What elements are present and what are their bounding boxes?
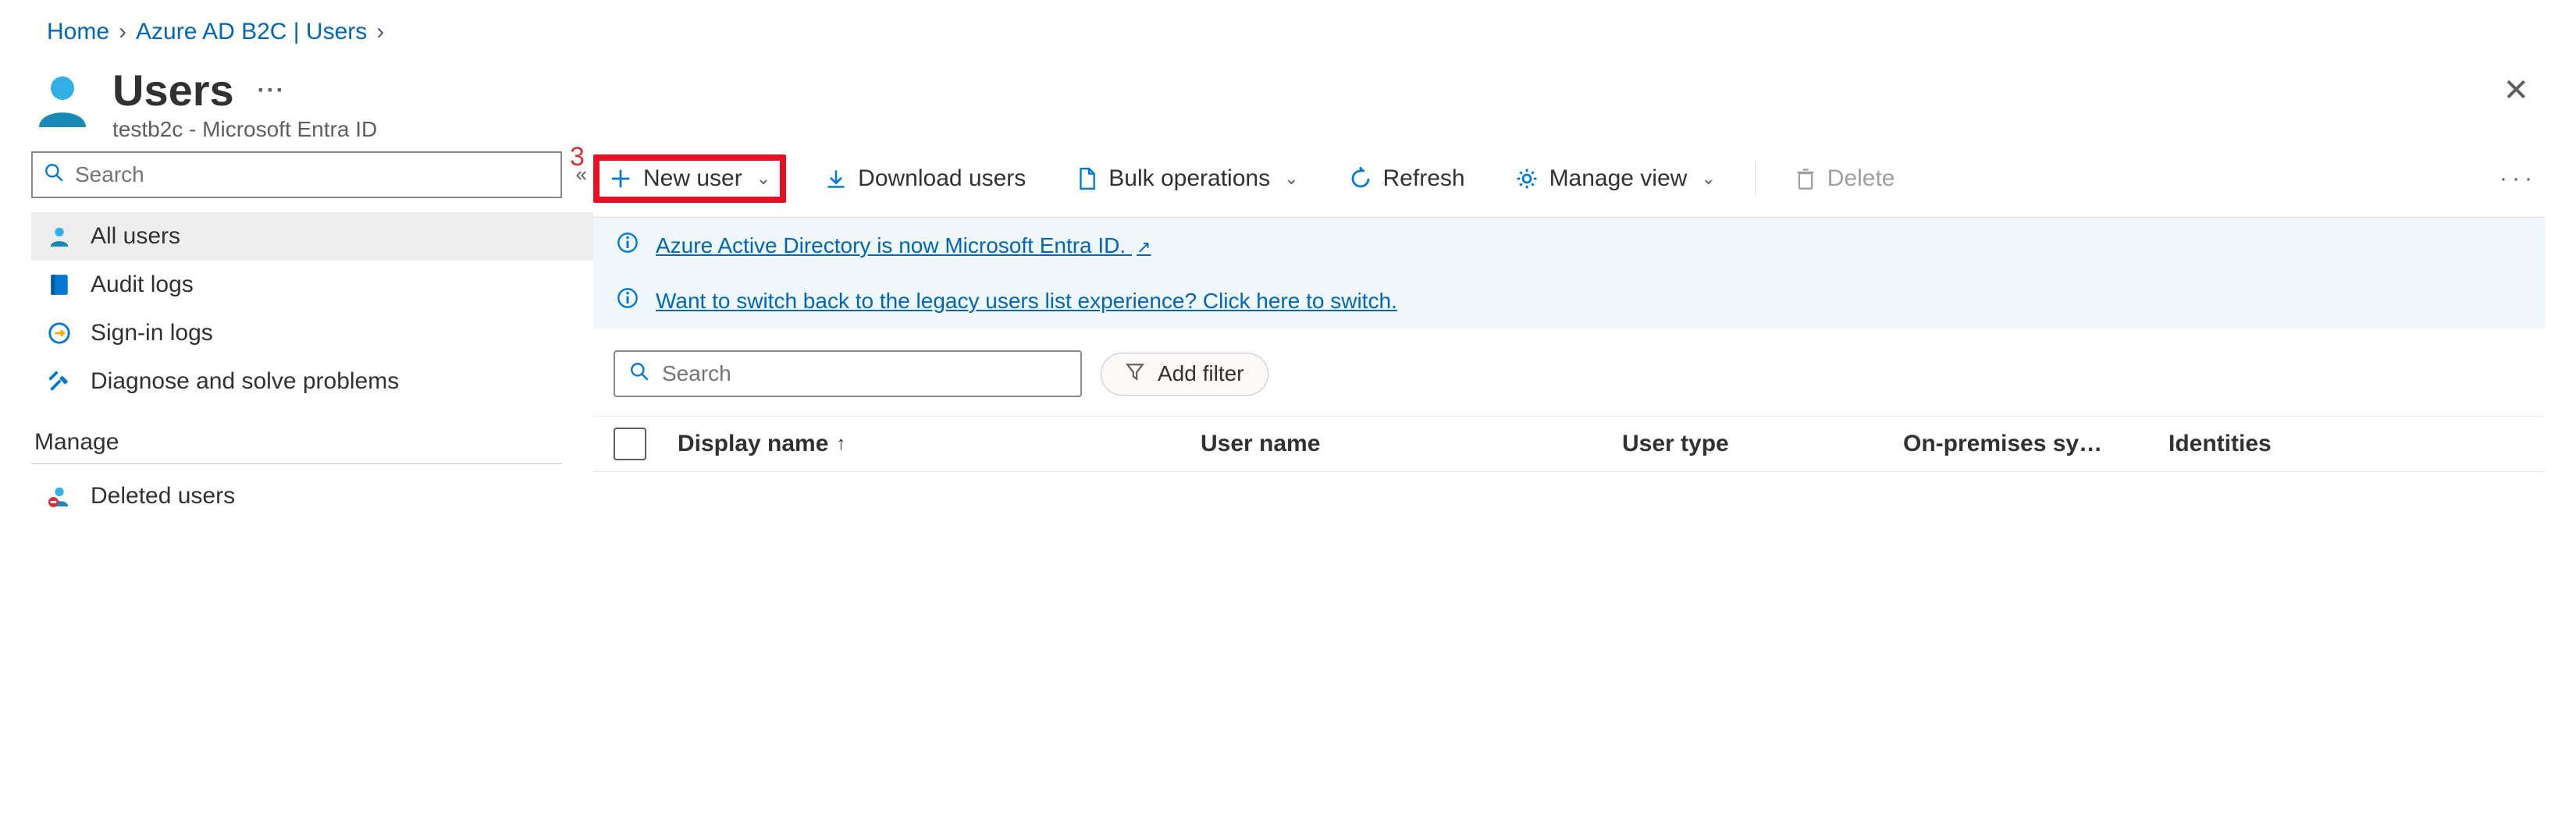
info-banner-link[interactable]: Azure Active Directory is now Microsoft … (656, 233, 1151, 258)
trash-icon (1795, 167, 1816, 190)
refresh-button[interactable]: Refresh (1338, 158, 1476, 200)
chevron-down-icon: ⌄ (1701, 169, 1715, 189)
new-user-button[interactable]: New user ⌄ (593, 154, 786, 203)
sidebar-item-label: Deleted users (91, 483, 235, 509)
breadcrumb-separator: › (119, 19, 126, 45)
breadcrumb: Home › Azure AD B2C | Users › (0, 0, 2576, 53)
close-icon[interactable]: ✕ (2487, 69, 2545, 112)
breadcrumb-home[interactable]: Home (47, 19, 109, 45)
users-table-header: Display name ↑ User name User type On-pr… (593, 416, 2545, 472)
sidebar-item-diagnose[interactable]: Diagnose and solve problems (31, 357, 593, 406)
external-link-icon: ↗ (1137, 237, 1151, 257)
sidebar-search[interactable] (31, 151, 562, 198)
sidebar-search-input[interactable] (73, 162, 550, 188)
download-users-button[interactable]: Download users (814, 158, 1037, 200)
sidebar-item-label: All users (91, 223, 180, 250)
sidebar-item-label: Sign-in logs (91, 320, 213, 346)
user-icon (45, 225, 73, 248)
button-label: Manage view (1550, 165, 1688, 192)
content-pane: 3 New user ⌄ Download users Bulk (593, 151, 2576, 472)
signin-icon (45, 321, 73, 345)
sidebar-section-manage: Manage (31, 406, 593, 459)
bulk-operations-button[interactable]: Bulk operations ⌄ (1065, 158, 1309, 200)
info-icon (617, 232, 639, 259)
breadcrumb-users[interactable]: Azure AD B2C | Users (136, 19, 367, 45)
tools-icon (45, 370, 73, 393)
column-user-type[interactable]: User type (1622, 431, 1872, 457)
page-subtitle: testb2c - Microsoft Entra ID (112, 117, 2487, 142)
user-icon (31, 69, 94, 131)
command-bar: New user ⌄ Download users Bulk operation… (593, 151, 2545, 218)
deleted-user-icon (45, 485, 73, 508)
button-label: Delete (1827, 165, 1895, 192)
column-user-name[interactable]: User name (1201, 431, 1591, 457)
info-banner-legacy: Want to switch back to the legacy users … (593, 273, 2545, 328)
banner-text: Azure Active Directory is now Microsoft … (656, 233, 1126, 257)
info-banner-link[interactable]: Want to switch back to the legacy users … (656, 289, 1397, 314)
header-more-icon[interactable]: ··· (258, 79, 286, 102)
button-label: New user (643, 165, 742, 192)
breadcrumb-separator: › (376, 19, 384, 45)
button-label: Download users (858, 165, 1026, 192)
select-all-checkbox[interactable] (614, 428, 646, 460)
toolbar-overflow-icon[interactable]: ··· (2492, 165, 2545, 192)
search-icon (629, 361, 649, 387)
document-icon (1076, 167, 1098, 190)
column-identities[interactable]: Identities (2169, 431, 2325, 457)
users-search[interactable] (614, 350, 1082, 397)
button-label: Add filter (1158, 361, 1244, 386)
sort-ascending-icon: ↑ (836, 433, 845, 455)
column-display-name[interactable]: Display name ↑ (678, 431, 1169, 457)
search-icon (44, 162, 64, 188)
divider (31, 463, 562, 464)
step-callout: 3 (570, 142, 585, 172)
column-label: Display name (678, 431, 828, 457)
sidebar-item-label: Diagnose and solve problems (91, 368, 399, 395)
info-banner-rename: Azure Active Directory is now Microsoft … (593, 218, 2545, 273)
sidebar-item-signin-logs[interactable]: Sign-in logs (31, 309, 593, 357)
refresh-icon (1349, 167, 1372, 190)
button-label: Bulk operations (1108, 165, 1270, 192)
chevron-down-icon: ⌄ (1284, 169, 1298, 189)
gear-icon (1515, 167, 1539, 190)
filter-icon (1125, 361, 1145, 387)
users-search-input[interactable] (660, 360, 1066, 387)
toolbar-separator (1755, 162, 1756, 196)
sidebar-item-label: Audit logs (91, 272, 194, 298)
sidebar-item-deleted-users[interactable]: Deleted users (31, 472, 593, 520)
page-header: Users ··· testb2c - Microsoft Entra ID ✕ (0, 53, 2576, 151)
info-icon (617, 287, 639, 314)
delete-button: Delete (1784, 158, 1906, 200)
sidebar-item-all-users[interactable]: All users (31, 212, 593, 261)
add-filter-button[interactable]: Add filter (1101, 353, 1268, 396)
button-label: Refresh (1383, 165, 1465, 192)
download-icon (825, 168, 847, 190)
column-on-premises[interactable]: On-premises sy… (1903, 431, 2137, 457)
manage-view-button[interactable]: Manage view ⌄ (1504, 158, 1727, 200)
plus-icon (609, 167, 632, 190)
page-title: Users ··· (112, 69, 2487, 112)
page-title-text: Users (112, 69, 234, 112)
sidebar-item-audit-logs[interactable]: Audit logs (31, 261, 593, 309)
chevron-down-icon: ⌄ (756, 169, 770, 189)
filter-bar: Add filter (593, 328, 2545, 416)
log-icon (45, 273, 73, 296)
sidebar: « All users Audit logs Sign-in logs Diag (31, 151, 593, 520)
